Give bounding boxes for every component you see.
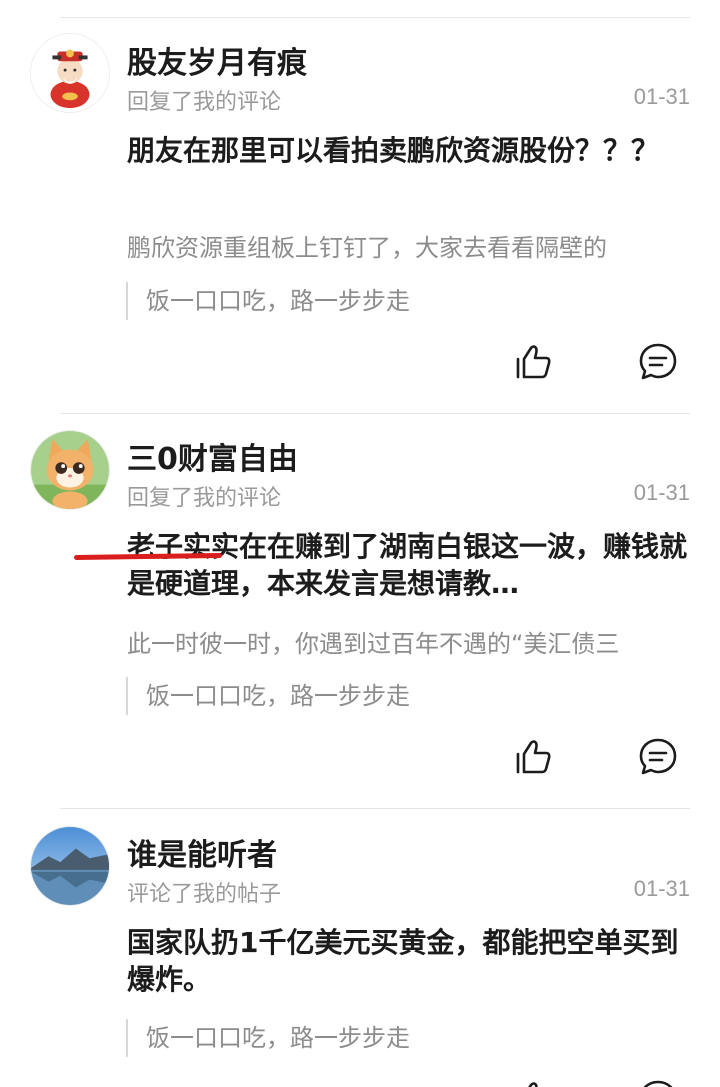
date: 01-31 (633, 876, 690, 901)
thumbs-up-icon (516, 740, 551, 774)
original-post[interactable]: 饭一口口吃，路一步步走 (126, 282, 410, 320)
cartoon-cat-avatar-icon (31, 431, 109, 509)
comment-button[interactable] (636, 735, 680, 779)
avatar[interactable] (30, 826, 110, 906)
reply-content[interactable]: 国家队扔1千亿美元买黄金，都能把空单买到爆炸。 (127, 924, 697, 998)
fortune-god-avatar-icon (31, 34, 109, 112)
lake-landscape-avatar-icon (31, 827, 109, 905)
comment-bubble-icon (639, 343, 677, 380)
thumbs-up-icon (528, 1082, 538, 1087)
date: 01-31 (633, 84, 690, 109)
reply-content[interactable]: 老子实实在在赚到了湖南白银这一波，赚钱就是硬道理，本来发言是想请教… (127, 528, 687, 602)
original-post[interactable]: 饭一口口吃，路一步步走 (126, 677, 410, 715)
avatar[interactable] (30, 430, 110, 510)
quoted-comment[interactable]: 鹏欣资源重组板上钉钉了，大家去看看隔壁的 (127, 228, 690, 263)
like-button[interactable] (512, 735, 556, 779)
action-text: 回复了我的评论 (127, 486, 282, 511)
comment-bubble-icon (643, 1080, 673, 1087)
comment-button[interactable] (636, 1077, 680, 1087)
comment-button[interactable] (636, 340, 680, 384)
date: 01-31 (633, 480, 690, 505)
original-post[interactable]: 饭一口口吃，路一步步走 (126, 1019, 410, 1057)
username[interactable]: 谁是能听者 (127, 830, 277, 874)
divider (60, 808, 690, 809)
notification-page: 股友岁月有痕 回复了我的评论 01-31 朋友在那里可以看拍卖鹏欣资源股份？？？… (0, 0, 720, 1087)
username[interactable]: 股友岁月有痕 (127, 38, 307, 82)
thumbs-up-icon (516, 345, 551, 379)
quoted-comment[interactable]: 此一时彼一时，你遇到过百年不遇的“美汇债三 (127, 624, 690, 659)
action-text: 回复了我的评论 (127, 90, 282, 115)
avatar[interactable] (30, 33, 110, 113)
action-text: 评论了我的帖子 (127, 882, 282, 907)
comment-bubble-icon (639, 738, 677, 775)
divider (60, 413, 690, 414)
like-button[interactable] (512, 340, 556, 384)
username[interactable]: 三0财富自由 (127, 434, 298, 478)
reply-content[interactable]: 朋友在那里可以看拍卖鹏欣资源股份？？？ (127, 132, 687, 206)
like-button[interactable] (512, 1077, 556, 1087)
divider (60, 17, 690, 18)
